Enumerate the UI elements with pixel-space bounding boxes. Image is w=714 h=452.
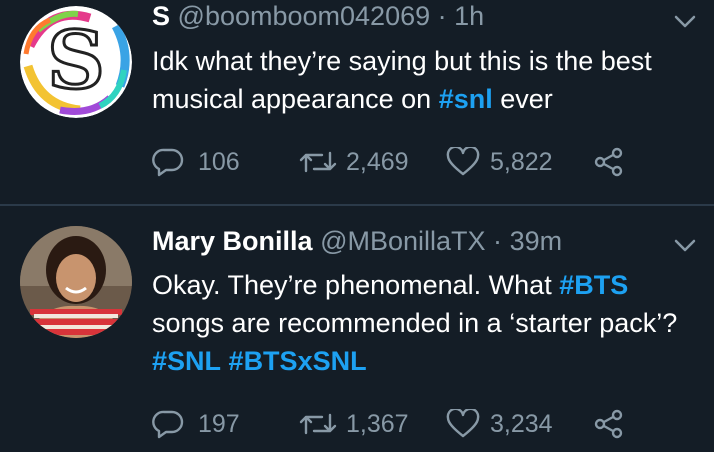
like-button[interactable]: 3,234 xyxy=(446,406,553,442)
share-button[interactable] xyxy=(594,144,624,180)
tweet-text-run: Okay. They’re phenomenal. What xyxy=(152,270,560,300)
timestamp[interactable]: 1h xyxy=(454,1,484,31)
separator: · xyxy=(493,226,503,256)
display-name[interactable]: S xyxy=(152,1,170,31)
tweet-text-run: Idk what they’re saying but this is the … xyxy=(152,46,652,114)
tweet-2[interactable]: Mary Bonilla @MBonillaTX · 39m Okay. The… xyxy=(0,206,714,452)
reply-count: 197 xyxy=(198,409,240,438)
retweet-count: 2,469 xyxy=(346,147,409,176)
reply-button[interactable]: 106 xyxy=(152,144,240,180)
chevron-down-icon[interactable] xyxy=(672,236,698,256)
hashtag-link[interactable]: #BTSxSNL xyxy=(229,346,367,376)
hashtag-link[interactable]: #BTS xyxy=(559,270,628,300)
chevron-down-icon[interactable] xyxy=(672,12,698,32)
hashtag-link[interactable]: #snl xyxy=(439,84,493,114)
reply-count: 106 xyxy=(198,147,240,176)
svg-text:S: S xyxy=(47,13,105,107)
like-icon xyxy=(446,409,480,439)
like-icon xyxy=(446,147,480,177)
retweet-button[interactable]: 1,367 xyxy=(298,406,409,442)
timestamp[interactable]: 39m xyxy=(510,226,563,256)
tweet-header: Mary Bonilla @MBonillaTX · 39m xyxy=(152,225,562,257)
handle[interactable]: @boomboom042069 xyxy=(178,1,431,31)
reply-icon xyxy=(152,147,184,177)
tweet-text-run xyxy=(221,346,229,376)
like-count: 5,822 xyxy=(490,147,553,176)
retweet-icon xyxy=(298,409,338,439)
share-icon xyxy=(594,147,624,177)
handle[interactable]: @MBonillaTX xyxy=(320,226,485,256)
tweet-header: S @boomboom042069 · 1h xyxy=(152,0,484,32)
avatar[interactable] xyxy=(20,226,132,338)
like-button[interactable]: 5,822 xyxy=(446,144,553,180)
tweet-text: Okay. They’re phenomenal. What #BTS song… xyxy=(152,266,692,380)
reply-icon xyxy=(152,409,184,439)
action-bar: 197 1,367 3,234 xyxy=(152,406,672,442)
reply-button[interactable]: 197 xyxy=(152,406,240,442)
retweet-icon xyxy=(298,147,338,177)
hashtag-link[interactable]: #SNL xyxy=(152,346,221,376)
retweet-count: 1,367 xyxy=(346,409,409,438)
tweet-text-run: ever xyxy=(492,84,553,114)
tweet-text-run: songs are recommended in a ‘starter pack… xyxy=(152,308,678,338)
tweet-1[interactable]: S S @boomboom042069 · 1h Idk what they’r… xyxy=(0,0,714,205)
retweet-button[interactable]: 2,469 xyxy=(298,144,409,180)
action-bar: 106 2,469 5,822 xyxy=(152,144,672,180)
tweet-text: Idk what they’re saying but this is the … xyxy=(152,42,692,118)
share-button[interactable] xyxy=(594,406,624,442)
share-icon xyxy=(594,409,624,439)
avatar[interactable]: S xyxy=(20,6,132,118)
display-name[interactable]: Mary Bonilla xyxy=(152,226,313,256)
like-count: 3,234 xyxy=(490,409,553,438)
separator: · xyxy=(437,1,447,31)
